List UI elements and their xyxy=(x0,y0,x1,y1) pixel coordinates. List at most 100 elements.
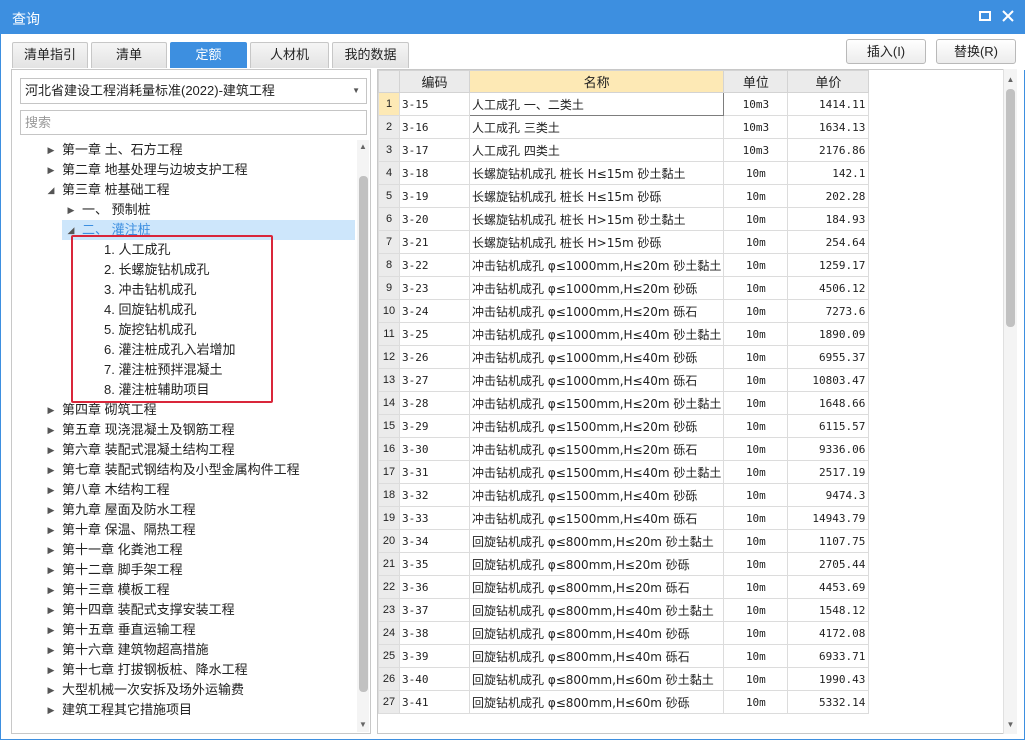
table-row[interactable]: 17 3-31 冲击钻机成孔 φ≤1500mm,H≤40m 砂土黏土 10m 2517.… xyxy=(378,460,870,484)
price-cell[interactable]: 1414.11 xyxy=(787,92,870,116)
code-cell[interactable]: 3-38 xyxy=(399,621,470,645)
code-cell[interactable]: 3-35 xyxy=(399,552,470,576)
collapsed-arrow-icon[interactable]: ▶ xyxy=(46,520,56,540)
price-cell[interactable]: 9474.3 xyxy=(787,483,870,507)
tree-node[interactable]: ▶ 第五章 现浇混凝土及钢筋工程 xyxy=(12,420,355,440)
tab-list[interactable]: 清单 xyxy=(91,42,167,68)
unit-cell[interactable]: 10m xyxy=(723,460,789,484)
table-row[interactable]: 3 3-17 人工成孔 四类土 10m3 2176.86 xyxy=(378,138,870,162)
code-cell[interactable]: 3-18 xyxy=(399,161,470,185)
table-row[interactable]: 22 3-36 回旋钻机成孔 φ≤800mm,H≤20m 砾石 10m 4453.69 xyxy=(378,575,870,599)
collapsed-arrow-icon[interactable]: ▶ xyxy=(46,500,56,520)
row-number-cell[interactable]: 13 xyxy=(378,368,400,392)
name-cell[interactable]: 长螺旋钻机成孔 桩长 H>15m 砂土黏土 xyxy=(468,207,725,231)
price-cell[interactable]: 7273.6 xyxy=(787,299,870,323)
code-cell[interactable]: 3-26 xyxy=(399,345,470,369)
price-header[interactable]: 单价 xyxy=(787,70,870,93)
code-cell[interactable]: 3-15 xyxy=(399,92,470,116)
row-number-cell[interactable]: 2 xyxy=(378,115,400,139)
tree-node[interactable]: ▶ 第一章 土、石方工程 xyxy=(12,140,355,160)
unit-cell[interactable]: 10m xyxy=(723,368,789,392)
library-select[interactable]: 河北省建设工程消耗量标准(2022)-建筑工程 ▼ xyxy=(20,78,367,104)
table-row[interactable]: 26 3-40 回旋钻机成孔 φ≤800mm,H≤60m 砂土黏土 10m 1990.4… xyxy=(378,667,870,691)
unit-cell[interactable]: 10m xyxy=(723,575,789,599)
name-cell[interactable]: 回旋钻机成孔 φ≤800mm,H≤60m 砂砾 xyxy=(468,690,725,714)
price-cell[interactable]: 1548.12 xyxy=(787,598,870,622)
row-number-cell[interactable]: 20 xyxy=(378,529,400,553)
collapsed-arrow-icon[interactable]: ▶ xyxy=(46,660,56,680)
tree-node[interactable]: 1. 人工成孔 xyxy=(12,240,355,260)
collapsed-arrow-icon[interactable]: ▶ xyxy=(46,560,56,580)
row-number-cell[interactable]: 11 xyxy=(378,322,400,346)
tree-scrollbar[interactable]: ▲ ▼ xyxy=(357,140,369,732)
code-cell[interactable]: 3-32 xyxy=(399,483,470,507)
price-cell[interactable]: 4172.08 xyxy=(787,621,870,645)
row-number-cell[interactable]: 7 xyxy=(378,230,400,254)
price-cell[interactable]: 6933.71 xyxy=(787,644,870,668)
name-header[interactable]: 名称 xyxy=(468,70,725,93)
tree-node[interactable]: ▶ 第四章 砌筑工程 xyxy=(12,400,355,420)
price-cell[interactable]: 10803.47 xyxy=(787,368,870,392)
tab-list-guide[interactable]: 清单指引 xyxy=(12,42,88,68)
row-number-cell[interactable]: 26 xyxy=(378,667,400,691)
name-cell[interactable]: 冲击钻机成孔 φ≤1500mm,H≤20m 砾石 xyxy=(468,437,725,461)
row-number-cell[interactable]: 12 xyxy=(378,345,400,369)
tree-scroll-thumb[interactable] xyxy=(359,176,368,692)
name-cell[interactable]: 冲击钻机成孔 φ≤1500mm,H≤40m 砂土黏土 xyxy=(468,460,725,484)
collapsed-arrow-icon[interactable]: ▶ xyxy=(66,200,76,220)
unit-cell[interactable]: 10m xyxy=(723,391,789,415)
collapsed-arrow-icon[interactable]: ▶ xyxy=(46,580,56,600)
unit-cell[interactable]: 10m xyxy=(723,161,789,185)
tree-node[interactable]: 5. 旋挖钻机成孔 xyxy=(12,320,355,340)
row-number-cell[interactable]: 21 xyxy=(378,552,400,576)
unit-cell[interactable]: 10m xyxy=(723,437,789,461)
name-cell[interactable]: 长螺旋钻机成孔 桩长 H≤15m 砂砾 xyxy=(468,184,725,208)
row-number-cell[interactable]: 1 xyxy=(378,92,400,116)
tree-node[interactable]: ▶ 第二章 地基处理与边坡支护工程 xyxy=(12,160,355,180)
code-cell[interactable]: 3-31 xyxy=(399,460,470,484)
tree-node[interactable]: ▶ 第十五章 垂直运输工程 xyxy=(12,620,355,640)
close-icon[interactable] xyxy=(1000,8,1016,24)
code-cell[interactable]: 3-34 xyxy=(399,529,470,553)
row-number-cell[interactable]: 16 xyxy=(378,437,400,461)
code-cell[interactable]: 3-29 xyxy=(399,414,470,438)
tree-node[interactable]: 8. 灌注桩辅助项目 xyxy=(12,380,355,400)
row-number-cell[interactable]: 18 xyxy=(378,483,400,507)
row-number-cell[interactable]: 9 xyxy=(378,276,400,300)
insert-button[interactable]: 插入(I) xyxy=(846,39,926,64)
name-cell[interactable]: 人工成孔 四类土 xyxy=(468,138,725,162)
code-cell[interactable]: 3-41 xyxy=(399,690,470,714)
unit-cell[interactable]: 10m xyxy=(723,506,789,530)
price-cell[interactable]: 2176.86 xyxy=(787,138,870,162)
code-cell[interactable]: 3-25 xyxy=(399,322,470,346)
code-cell[interactable]: 3-30 xyxy=(399,437,470,461)
tab-quota[interactable]: 定额 xyxy=(170,42,247,68)
row-number-cell[interactable]: 15 xyxy=(378,414,400,438)
collapsed-arrow-icon[interactable]: ▶ xyxy=(46,540,56,560)
code-cell[interactable]: 3-33 xyxy=(399,506,470,530)
unit-cell[interactable]: 10m3 xyxy=(723,92,789,116)
unit-cell[interactable]: 10m xyxy=(723,299,789,323)
tree-node[interactable]: ▶ 第十六章 建筑物超高措施 xyxy=(12,640,355,660)
table-row[interactable]: 11 3-25 冲击钻机成孔 φ≤1000mm,H≤40m 砂土黏土 10m 1890.… xyxy=(378,322,870,346)
name-cell[interactable]: 回旋钻机成孔 φ≤800mm,H≤60m 砂土黏土 xyxy=(468,667,725,691)
tree-node[interactable]: 6. 灌注桩成孔入岩增加 xyxy=(12,340,355,360)
price-cell[interactable]: 142.1 xyxy=(787,161,870,185)
grid-scroll-thumb[interactable] xyxy=(1006,89,1015,327)
price-cell[interactable]: 5332.14 xyxy=(787,690,870,714)
table-row[interactable]: 10 3-24 冲击钻机成孔 φ≤1000mm,H≤20m 砾石 10m 7273.6 xyxy=(378,299,870,323)
row-number-cell[interactable]: 23 xyxy=(378,598,400,622)
name-cell[interactable]: 冲击钻机成孔 φ≤1000mm,H≤20m 砂砾 xyxy=(468,276,725,300)
table-row[interactable]: 27 3-41 回旋钻机成孔 φ≤800mm,H≤60m 砂砾 10m 5332.14 xyxy=(378,690,870,714)
table-row[interactable]: 12 3-26 冲击钻机成孔 φ≤1000mm,H≤40m 砂砾 10m 6955.37 xyxy=(378,345,870,369)
search-input[interactable] xyxy=(20,110,367,135)
unit-cell[interactable]: 10m xyxy=(723,621,789,645)
price-cell[interactable]: 1634.13 xyxy=(787,115,870,139)
table-row[interactable]: 9 3-23 冲击钻机成孔 φ≤1000mm,H≤20m 砂砾 10m 4506.12 xyxy=(378,276,870,300)
price-cell[interactable]: 1890.09 xyxy=(787,322,870,346)
tree-node[interactable]: ▶ 第八章 木结构工程 xyxy=(12,480,355,500)
tree-node[interactable]: ▶ 第十二章 脚手架工程 xyxy=(12,560,355,580)
unit-cell[interactable]: 10m3 xyxy=(723,115,789,139)
collapsed-arrow-icon[interactable]: ▶ xyxy=(46,640,56,660)
collapsed-arrow-icon[interactable]: ▶ xyxy=(46,440,56,460)
